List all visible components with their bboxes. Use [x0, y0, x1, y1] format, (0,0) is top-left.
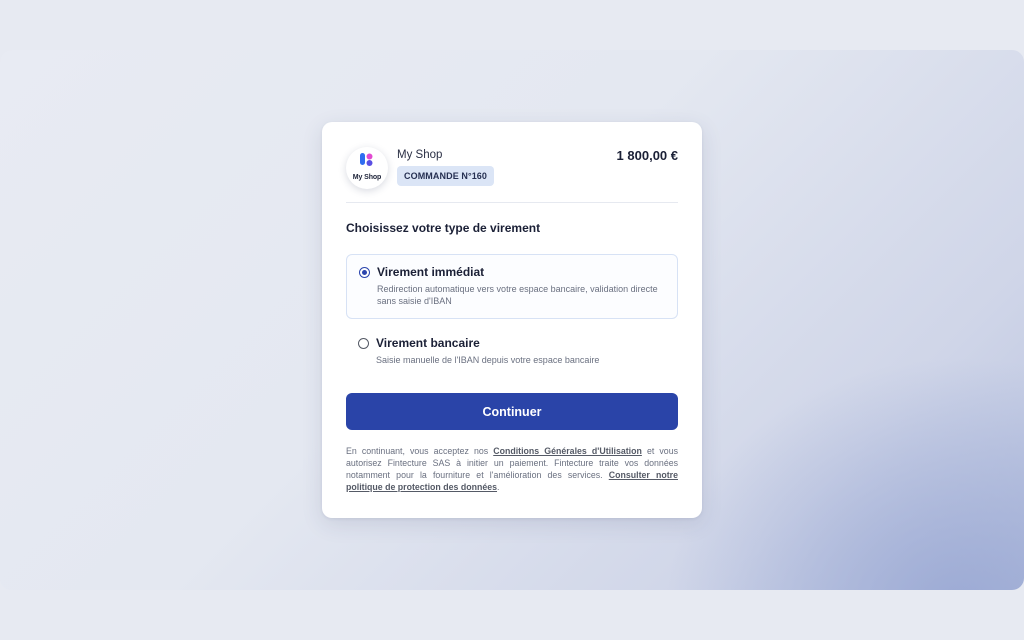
logo-label: My Shop — [352, 174, 382, 181]
option-title: Virement bancaire — [376, 336, 480, 350]
payment-card: My Shop My Shop COMMANDE N°160 1 800,00 … — [322, 122, 702, 518]
option-instant-transfer[interactable]: Virement immédiat Redirection automatiqu… — [346, 254, 678, 319]
shop-logo-icon — [360, 153, 373, 166]
option-description: Saisie manuelle de l'IBAN depuis votre e… — [376, 355, 600, 365]
order-number-badge: COMMANDE N°160 — [397, 166, 495, 186]
header-divider — [346, 202, 678, 203]
option-title: Virement immédiat — [377, 265, 485, 279]
option-bank-transfer[interactable]: Virement bancaire Saisie manuelle de l'I… — [346, 327, 678, 375]
page-background: My Shop My Shop COMMANDE N°160 1 800,00 … — [0, 50, 1024, 590]
legal-text: . — [497, 482, 500, 492]
radio-bank-transfer[interactable] — [358, 338, 369, 349]
radio-instant-transfer[interactable] — [359, 267, 370, 278]
merchant-logo: My Shop — [346, 147, 388, 189]
section-title: Choisissez votre type de virement — [346, 221, 541, 235]
payment-amount: 1 800,00 € — [616, 148, 678, 163]
legal-text: En continuant, vous acceptez nos — [346, 446, 494, 456]
legal-notice: En continuant, vous acceptez nos Conditi… — [346, 445, 678, 493]
continue-button[interactable]: Continuer — [346, 393, 678, 430]
terms-link[interactable]: Conditions Générales d'Utilisation — [493, 446, 642, 456]
option-description: Redirection automatique vers votre espac… — [377, 284, 658, 306]
shop-name: My Shop — [397, 149, 443, 161]
